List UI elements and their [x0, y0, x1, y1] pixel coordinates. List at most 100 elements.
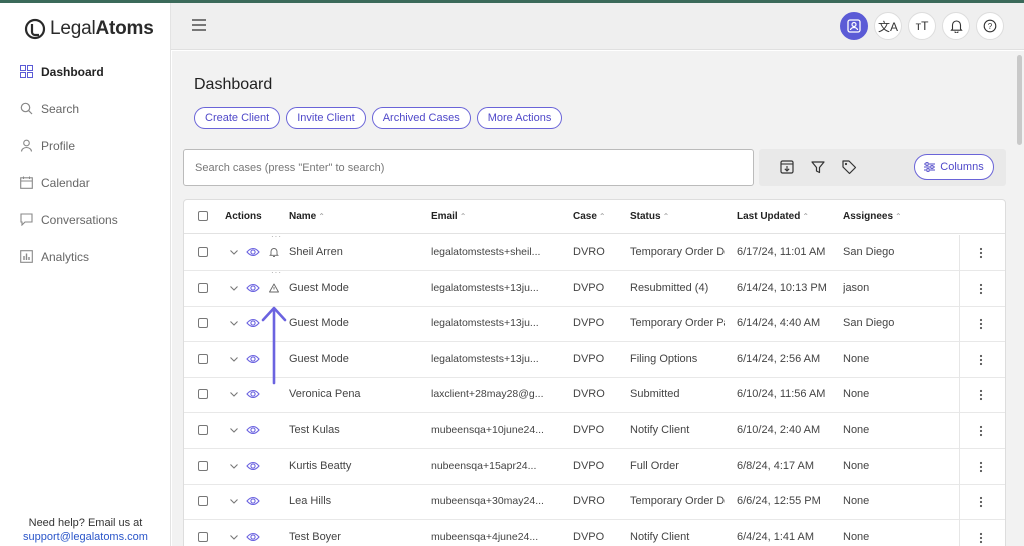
column-divider	[959, 235, 960, 271]
scrollbar-thumb[interactable]	[1017, 55, 1022, 145]
chevron-down-icon[interactable]	[229, 389, 239, 399]
cell-name[interactable]: Lea Hills	[289, 495, 424, 507]
eye-icon[interactable]	[246, 317, 260, 329]
cell-name[interactable]: Sheil Arren	[289, 246, 424, 258]
cell-name[interactable]: Test Kulas	[289, 424, 424, 436]
create-client-button[interactable]: Create Client	[194, 107, 281, 129]
archived-cases-button[interactable]: Archived Cases	[371, 107, 471, 129]
table-row[interactable]: Lea Hills mubeensqa+30may24... DVRO Tempora…	[184, 484, 1005, 521]
logo[interactable]: LegalAtoms	[24, 16, 154, 42]
kebab-menu-icon[interactable]	[974, 387, 988, 403]
kebab-menu-icon[interactable]	[974, 423, 988, 439]
row-checkbox[interactable]	[198, 247, 208, 257]
invite-client-button[interactable]: Invite Client	[286, 107, 366, 129]
kebab-menu-icon[interactable]	[974, 352, 988, 368]
cell-last-updated: 6/14/24, 10:13 PM	[737, 281, 827, 294]
eye-icon[interactable]	[246, 424, 260, 436]
cell-last-updated: 6/10/24, 2:40 AM	[737, 424, 821, 436]
profile-card-icon[interactable]	[840, 12, 868, 40]
header-status[interactable]: Status ⌃	[630, 211, 669, 222]
support-email-link[interactable]: support@legalatoms.com	[23, 531, 148, 543]
kebab-menu-icon[interactable]	[974, 245, 988, 261]
logo-icon	[24, 18, 46, 40]
table-row[interactable]: ··· Guest Mode legalatomstests+13ju... DVPO…	[184, 267, 1005, 307]
column-divider	[959, 306, 960, 343]
sidebar-item-profile[interactable]: Profile	[0, 127, 171, 164]
row-checkbox[interactable]	[198, 389, 208, 400]
kebab-menu-icon[interactable]	[974, 316, 988, 332]
filter-icon[interactable]	[810, 159, 826, 175]
cell-name[interactable]: Guest Mode	[289, 317, 424, 329]
select-all-checkbox[interactable]	[198, 211, 208, 221]
header-assignees[interactable]: Assignees ⌃	[843, 211, 902, 222]
sidebar-item-conversations[interactable]: Conversations	[0, 201, 171, 238]
export-icon[interactable]	[779, 159, 795, 175]
row-checkbox[interactable]	[198, 353, 208, 364]
table-row[interactable]: Kurtis Beatty nubeensqa+15apr24... DVPO Ful…	[184, 448, 1005, 485]
table-row[interactable]: ··· Sheil Arren legalatomstests+sheil... DV…	[184, 233, 1005, 271]
chevron-down-icon[interactable]	[229, 318, 239, 328]
sidebar-item-calendar[interactable]: Calendar	[0, 164, 171, 201]
kebab-menu-icon[interactable]	[974, 281, 988, 297]
tag-icon[interactable]	[841, 159, 857, 175]
header-name[interactable]: Name ⌃	[289, 211, 325, 222]
chevron-down-icon[interactable]	[229, 283, 239, 293]
eye-icon[interactable]	[246, 531, 260, 543]
table-row[interactable]: Guest Mode legalatomstests+13ju... DVPO Tem…	[184, 306, 1005, 343]
header-case[interactable]: Case ⌃	[573, 211, 606, 222]
eye-icon[interactable]	[246, 246, 260, 258]
eye-icon[interactable]	[246, 495, 260, 507]
chevron-down-icon[interactable]	[229, 496, 239, 506]
eye-icon[interactable]	[246, 388, 260, 400]
cell-name[interactable]: Veronica Pena	[289, 388, 424, 400]
more-actions-button[interactable]: More Actions	[476, 107, 563, 129]
text-size-icon[interactable]: тT	[908, 12, 936, 40]
main-content: Dashboard Create Client Invite Client Ar…	[172, 51, 1016, 546]
cell-status: Temporary Order Pa	[630, 317, 725, 330]
eye-icon[interactable]	[246, 353, 260, 365]
cell-last-updated: 6/10/24, 11:56 AM	[737, 388, 826, 401]
more-dots-icon: ···	[271, 267, 282, 277]
row-checkbox[interactable]	[198, 460, 208, 471]
cell-status: Temporary Order Do	[630, 495, 725, 508]
sidebar-item-dashboard[interactable]: Dashboard	[0, 53, 171, 90]
action-button-group: Create Client Invite Client Archived Cas…	[194, 107, 563, 129]
bell-icon[interactable]	[942, 12, 970, 40]
table-row[interactable]: Test Boyer mubeensqa+4june24... DVPO Notify…	[184, 519, 1005, 546]
translate-icon[interactable]: 文A	[874, 12, 902, 40]
kebab-menu-icon[interactable]	[974, 530, 988, 546]
cell-assignee: San Diego	[843, 317, 895, 330]
row-checkbox[interactable]	[198, 282, 208, 293]
kebab-menu-icon[interactable]	[974, 459, 988, 475]
search-cases-input[interactable]	[184, 150, 753, 185]
cell-name[interactable]: Guest Mode	[289, 353, 424, 365]
sidebar-item-analytics[interactable]: Analytics	[0, 238, 171, 275]
sort-icon: ⌃	[802, 212, 810, 221]
chevron-down-icon[interactable]	[229, 247, 239, 257]
hamburger-menu-icon[interactable]	[192, 19, 206, 31]
row-checkbox[interactable]	[198, 496, 208, 507]
chevron-down-icon[interactable]	[229, 461, 239, 471]
row-checkbox[interactable]	[198, 425, 208, 435]
cell-name[interactable]: Guest Mode	[289, 282, 424, 294]
eye-icon[interactable]	[246, 282, 260, 294]
eye-icon[interactable]	[246, 460, 260, 472]
table-row[interactable]: Veronica Pena laxclient+28may28@g... DVRO S…	[184, 377, 1005, 414]
cell-name[interactable]: Kurtis Beatty	[289, 460, 424, 472]
help-icon[interactable]: ?	[976, 12, 1004, 40]
kebab-menu-icon[interactable]	[974, 494, 988, 510]
chevron-down-icon[interactable]	[229, 354, 239, 364]
cell-name[interactable]: Test Boyer	[289, 531, 424, 543]
chevron-down-icon[interactable]	[229, 425, 239, 435]
header-last-updated[interactable]: Last Updated ⌃	[737, 211, 809, 222]
columns-button[interactable]: Columns	[914, 154, 994, 180]
table-row[interactable]: Guest Mode legalatomstests+13ju... DVPO Fil…	[184, 341, 1005, 378]
cell-last-updated: 6/8/24, 4:17 AM	[737, 459, 815, 472]
table-row[interactable]: Test Kulas mubeensqa+10june24... DVPO Notif…	[184, 413, 1005, 449]
row-checkbox[interactable]	[198, 318, 208, 329]
sidebar-item-search[interactable]: Search	[0, 90, 171, 127]
header-email[interactable]: Email ⌃	[431, 211, 466, 222]
chevron-down-icon[interactable]	[229, 532, 239, 542]
row-checkbox[interactable]	[198, 531, 208, 542]
cell-last-updated: 6/17/24, 11:01 AM	[737, 246, 826, 258]
